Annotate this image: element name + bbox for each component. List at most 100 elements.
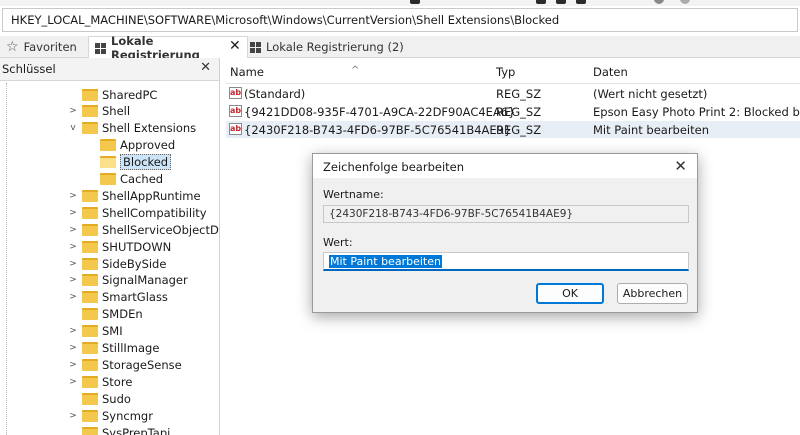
tab-lokale-registrierung[interactable]: Lokale Registrierung [88,34,248,62]
folder-icon [82,325,98,338]
value-name: {9421DD08-935F-4701-A9CA-22DF90AC4EA6} [244,105,516,119]
ok-button[interactable]: OK [536,283,604,304]
tree-item[interactable]: > StillImage [68,340,159,357]
chevron-right-icon[interactable]: > [68,242,78,252]
tree-item[interactable]: > SHUTDOWN [68,238,171,255]
toolbar-icon[interactable] [410,0,420,4]
value-type: REG_SZ [496,123,542,137]
chevron-right-icon[interactable]: > [68,326,78,336]
tree-item-label: Sudo [102,391,131,406]
chevron-right-icon[interactable]: > [68,208,78,218]
tab-lokale-registrierung-2[interactable]: Lokale Registrierung (2) [244,36,410,58]
chevron-right-icon[interactable]: > [68,377,78,387]
folder-icon [82,392,98,405]
tab-favoriten[interactable]: ☆ Favoriten [0,36,83,58]
chevron-right-icon[interactable]: > [68,360,78,370]
value-data-input[interactable]: Mit Paint bearbeiten [323,252,689,271]
dialog-title-bar: Zeichenfolge bearbeiten ✕ [313,154,697,178]
tree-item[interactable]: Approved [86,137,175,154]
tree-item[interactable]: SharedPC [68,86,157,103]
folder-icon [82,409,98,422]
tree-item[interactable]: > SignalManager [68,272,188,289]
tree-item-label: StorageSense [102,357,182,372]
close-panel-icon[interactable]: ✕ [200,60,211,75]
tab-bar: ☆ Favoriten Lokale Registrierung ✕ Lokal… [0,34,800,62]
tree-item-label: Syncmgr [102,408,153,423]
value-type: REG_SZ [496,105,542,119]
folder-icon [100,139,116,152]
folder-icon [82,358,98,371]
folder-icon [100,156,116,169]
value-name-field: {2430F218-B743-4FD6-97BF-5C76541B4AE9} [323,205,689,223]
close-icon[interactable]: ✕ [674,157,687,175]
sort-caret-icon: ^ [351,65,360,76]
toolbar-icon[interactable] [576,0,586,4]
toolbar-icon[interactable] [536,0,546,4]
tree-item[interactable]: SMDEn [68,306,143,323]
value-name-label: Wertname: [323,188,384,201]
folder-icon [82,291,98,304]
close-tab-icon[interactable]: ✕ [229,38,241,54]
value-row[interactable]: ab (Standard) REG_SZ (Wert nicht gesetzt) [226,85,800,102]
column-header-data[interactable]: Daten [593,65,628,79]
chevron-right-icon[interactable]: > [68,275,78,285]
chevron-right-icon[interactable]: > [68,292,78,302]
chevron-right-icon[interactable]: > [68,343,78,353]
chevron-right-icon[interactable]: > [68,411,78,421]
value-row[interactable]: ab {2430F218-B743-4FD6-97BF-5C76541B4AE9}… [226,121,800,138]
chevron-right-icon[interactable]: > [68,259,78,269]
value-name: (Standard) [244,87,306,101]
registry-grid-icon [95,42,106,54]
folder-icon [82,206,98,219]
tree-item-label: SMI [102,324,123,339]
folder-icon [82,189,98,202]
tree-item-label: ShellAppRuntime [102,188,201,203]
tree-item[interactable]: > SideBySide [68,255,166,272]
tree-item[interactable]: > StorageSense [68,356,182,373]
value-data: Mit Paint bearbeiten [593,123,709,137]
tree-item[interactable]: > ShellCompatibility [68,204,207,221]
tree-item-label: ShellCompatibility [102,205,207,220]
chevron-right-icon[interactable]: > [68,106,78,116]
star-icon: ☆ [6,39,19,55]
tree-item-label: Cached [120,172,164,186]
tab-label: Favoriten [23,40,77,54]
selected-value-text: Mit Paint bearbeiten [329,255,442,268]
folder-icon [82,426,98,435]
registry-grid-icon [250,41,261,53]
tree-item[interactable]: Cached [86,171,163,188]
value-type: REG_SZ [496,87,542,101]
tree-item-label: SHUTDOWN [102,239,172,254]
tree-item[interactable]: > ShellServiceObjectD [68,221,219,238]
value-row[interactable]: ab {9421DD08-935F-4701-A9CA-22DF90AC4EA6}… [226,103,800,120]
tree-item[interactable]: > Store [68,373,132,390]
column-header-type[interactable]: Typ [496,65,515,79]
toolbar-icon[interactable] [654,0,664,4]
tree-item[interactable]: > SMI [68,323,123,340]
toolbar-icon[interactable] [556,0,566,4]
key-tree-panel: Schlüssel ✕ SharedPC > Shell v Shell Extensi… [0,58,220,435]
chevron-right-icon[interactable]: > [68,225,78,235]
address-bar[interactable]: HKEY_LOCAL_MACHINE\SOFTWARE\Microsoft\Wi… [2,8,798,32]
value-name: {2430F218-B743-4FD6-97BF-5C76541B4AE9} [244,123,512,137]
tree-item[interactable]: SysPrepTapi [68,424,170,435]
tree-item[interactable]: > Syncmgr [68,407,153,424]
tree-item[interactable]: Sudo [68,390,131,407]
edit-string-dialog: Zeichenfolge bearbeiten ✕ Wertname: {243… [312,153,698,313]
folder-icon [82,105,98,118]
tree-item[interactable]: > SmartGlass [68,289,168,306]
toolbar-icon[interactable] [680,0,690,4]
chevron-down-icon[interactable]: v [68,123,78,133]
tree-item-label: Blocked [120,154,172,171]
tree-item[interactable]: v Shell Extensions [68,120,196,137]
tree-item[interactable]: > ShellAppRuntime [68,187,201,204]
tree-item-label: Store [102,374,133,389]
column-header-name[interactable]: Name [230,65,264,79]
tree-guide-line [6,83,7,435]
tree-item-label: SideBySide [102,256,167,271]
folder-icon [82,308,98,321]
cancel-button[interactable]: Abbrechen [617,283,688,304]
tree-item[interactable]: Blocked [86,154,172,171]
chevron-right-icon[interactable]: > [68,191,78,201]
tree-item[interactable]: > Shell [68,103,130,120]
